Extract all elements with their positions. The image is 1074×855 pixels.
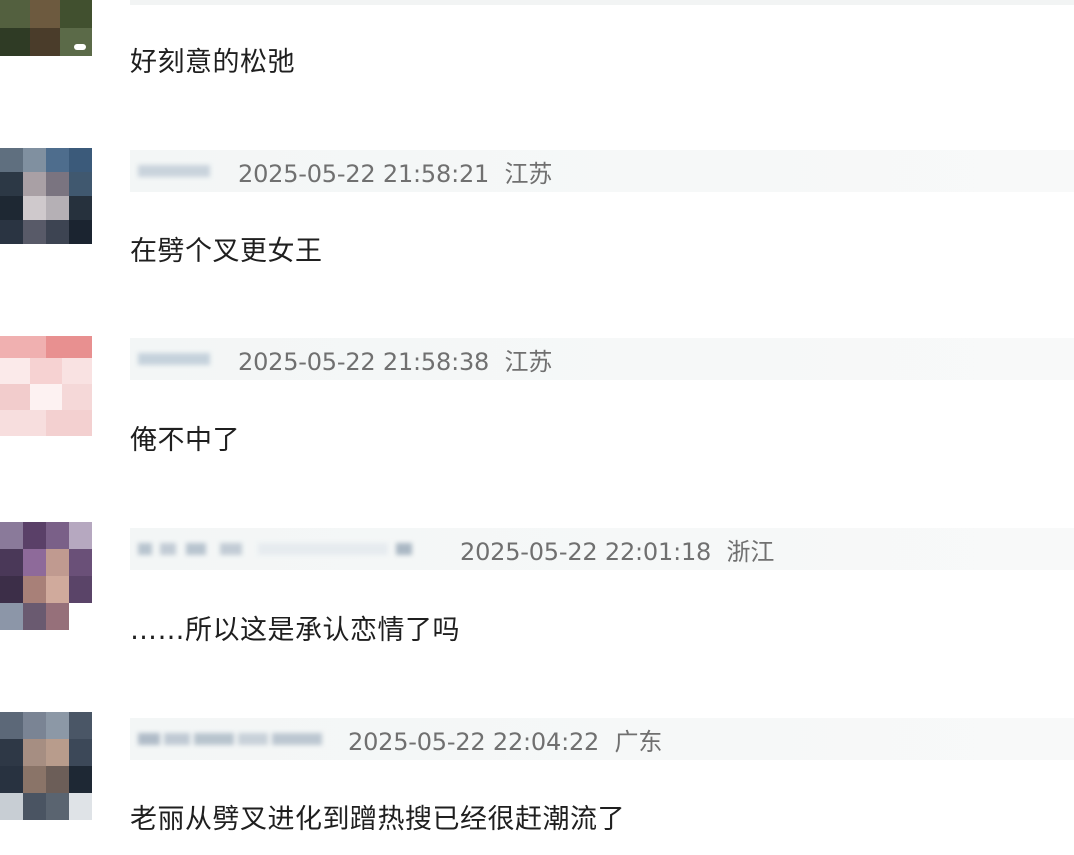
comment-text: 好刻意的松弛 <box>130 47 295 78</box>
timestamp: 2025-05-22 21:58:38 <box>238 347 490 376</box>
comment-text: 老丽从劈叉进化到蹭热搜已经很赶潮流了 <box>130 804 625 835</box>
comment-text: 俺不中了 <box>130 425 240 456</box>
username-blurred[interactable] <box>138 160 238 182</box>
timestamp: 2025-05-22 22:04:22 <box>348 727 600 756</box>
comment-text: 在劈个叉更女王 <box>130 236 323 267</box>
comment-meta: 2025-05-22 22:01:18 浙江 <box>130 528 1074 570</box>
username-blurred[interactable] <box>138 538 460 560</box>
comment-meta: 2025-05-22 22:04:22 广东 <box>130 718 1074 760</box>
avatar[interactable] <box>0 336 92 436</box>
location: 江苏 <box>504 159 553 188</box>
comment-feed: 好刻意的松弛 2025-05-22 21:58:21 江苏 在劈个叉更女王 20… <box>0 0 1074 855</box>
username-blurred[interactable] <box>138 348 238 370</box>
avatar[interactable] <box>0 712 92 820</box>
location: 江苏 <box>504 347 553 376</box>
timestamp: 2025-05-22 21:58:21 <box>238 159 490 188</box>
avatar[interactable] <box>0 522 92 630</box>
location: 广东 <box>614 727 663 756</box>
avatar[interactable] <box>0 148 92 244</box>
comment-text: ……所以这是承认恋情了吗 <box>130 615 460 646</box>
avatar[interactable] <box>0 0 92 56</box>
comment-meta: 2025-05-22 21:58:21 江苏 <box>130 150 1074 192</box>
timestamp: 2025-05-22 22:01:18 <box>460 537 712 566</box>
username-blurred[interactable] <box>138 728 348 750</box>
meta-bar-fragment <box>130 0 1074 5</box>
location: 浙江 <box>726 537 775 566</box>
comment-meta: 2025-05-22 21:58:38 江苏 <box>130 338 1074 380</box>
